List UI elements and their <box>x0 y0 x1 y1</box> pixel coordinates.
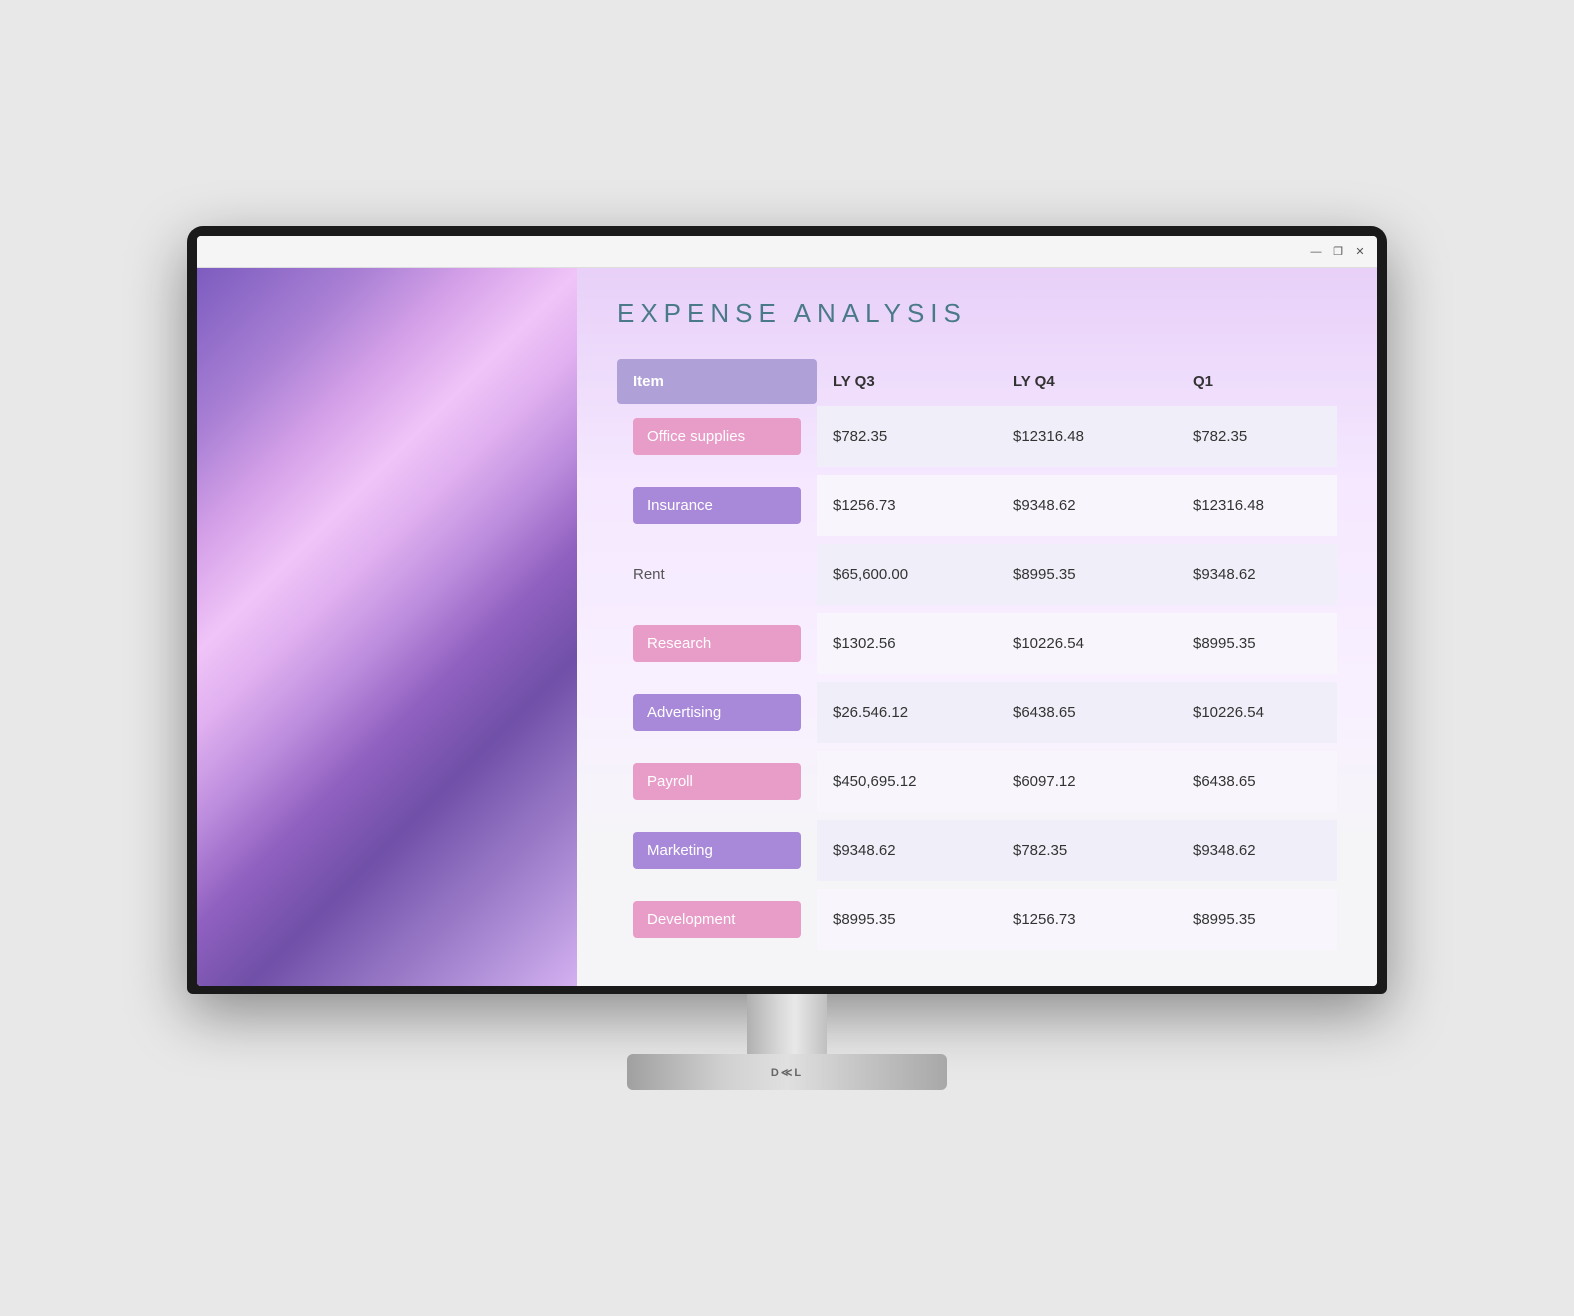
item-cell: Office supplies <box>617 406 817 467</box>
lyq3-cell: $26.546.12 <box>817 682 997 743</box>
q1-cell: $6438.65 <box>1177 751 1337 812</box>
monitor-screen: — ❐ ✕ EXPENSE ANALYSIS <box>197 236 1377 986</box>
lyq4-cell: $10226.54 <box>997 613 1177 674</box>
lyq4-cell: $782.35 <box>997 820 1177 881</box>
item-cell: Research <box>617 613 817 674</box>
restore-button[interactable]: ❐ <box>1331 245 1345 259</box>
table-row: Insurance$1256.73$9348.62$12316.48 <box>617 475 1337 536</box>
table-row: Rent$65,600.00$8995.35$9348.62 <box>617 544 1337 605</box>
item-cell: Marketing <box>617 820 817 881</box>
lyq4-cell: $9348.62 <box>997 475 1177 536</box>
table-row: Research$1302.56$10226.54$8995.35 <box>617 613 1337 674</box>
lyq3-cell: $450,695.12 <box>817 751 997 812</box>
header-lyq4: LY Q4 <box>997 359 1177 404</box>
item-cell: Development <box>617 889 817 950</box>
title-bar: — ❐ ✕ <box>197 236 1377 268</box>
lyq3-cell: $1256.73 <box>817 475 997 536</box>
screen-content: EXPENSE ANALYSIS Item LY Q3 LY Q4 Q1 <box>197 268 1377 986</box>
monitor-frame: — ❐ ✕ EXPENSE ANALYSIS <box>187 226 1387 994</box>
blocks-decoration <box>197 268 577 986</box>
lyq3-cell: $782.35 <box>817 406 997 467</box>
item-cell: Payroll <box>617 751 817 812</box>
table-row: Payroll$450,695.12$6097.12$6438.65 <box>617 751 1337 812</box>
lyq4-cell: $6097.12 <box>997 751 1177 812</box>
table-row: Development$8995.35$1256.73$8995.35 <box>617 889 1337 950</box>
table-row: Advertising$26.546.12$6438.65$10226.54 <box>617 682 1337 743</box>
table-row: Office supplies$782.35$12316.48$782.35 <box>617 406 1337 467</box>
table-row: Marketing$9348.62$782.35$9348.62 <box>617 820 1337 881</box>
q1-cell: $10226.54 <box>1177 682 1337 743</box>
lyq4-cell: $12316.48 <box>997 406 1177 467</box>
lyq4-cell: $8995.35 <box>997 544 1177 605</box>
close-button[interactable]: ✕ <box>1353 245 1367 259</box>
q1-cell: $782.35 <box>1177 406 1337 467</box>
q1-cell: $9348.62 <box>1177 820 1337 881</box>
monitor-wrapper: — ❐ ✕ EXPENSE ANALYSIS <box>187 226 1387 1090</box>
header-item: Item <box>617 359 817 404</box>
header-q1: Q1 <box>1177 359 1337 404</box>
item-cell: Advertising <box>617 682 817 743</box>
lyq3-cell: $1302.56 <box>817 613 997 674</box>
monitor-neck <box>747 994 827 1054</box>
q1-cell: $8995.35 <box>1177 613 1337 674</box>
dell-logo: D≪L <box>771 1066 803 1079</box>
item-cell: Rent <box>617 544 817 605</box>
lyq3-cell: $9348.62 <box>817 820 997 881</box>
left-decorative-panel <box>197 268 577 986</box>
table-header-row: Item LY Q3 LY Q4 Q1 <box>617 359 1337 404</box>
q1-cell: $9348.62 <box>1177 544 1337 605</box>
right-content-panel: EXPENSE ANALYSIS Item LY Q3 LY Q4 Q1 <box>577 268 1377 986</box>
header-lyq3: LY Q3 <box>817 359 997 404</box>
lyq4-cell: $1256.73 <box>997 889 1177 950</box>
q1-cell: $8995.35 <box>1177 889 1337 950</box>
page-title: EXPENSE ANALYSIS <box>617 298 1337 329</box>
minimize-button[interactable]: — <box>1309 245 1323 259</box>
lyq3-cell: $8995.35 <box>817 889 997 950</box>
lyq3-cell: $65,600.00 <box>817 544 997 605</box>
item-cell: Insurance <box>617 475 817 536</box>
monitor-base: D≪L <box>627 1054 947 1090</box>
expense-table: Item LY Q3 LY Q4 Q1 Office supplies$782.… <box>617 357 1337 958</box>
lyq4-cell: $6438.65 <box>997 682 1177 743</box>
q1-cell: $12316.48 <box>1177 475 1337 536</box>
